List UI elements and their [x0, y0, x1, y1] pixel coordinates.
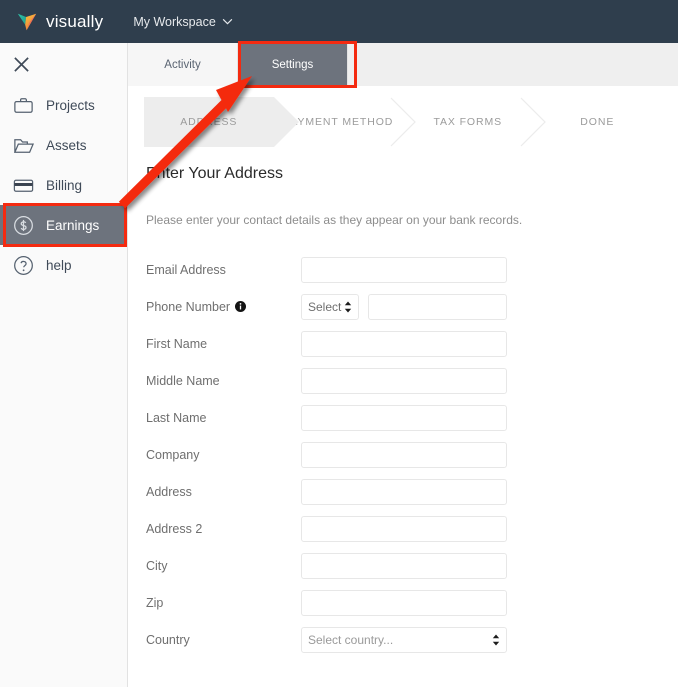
field-label: First Name — [146, 336, 208, 351]
tab-label: Settings — [271, 58, 314, 71]
close-icon — [14, 56, 29, 72]
tab-label: Activity — [164, 58, 201, 71]
question-circle-icon — [14, 255, 33, 275]
field-label: Address — [146, 484, 192, 499]
step-label: DONE — [580, 116, 615, 128]
briefcase-icon — [14, 97, 33, 113]
sidebar-item-label: Assets — [46, 137, 87, 153]
step-chevron-icon — [390, 97, 416, 147]
tab-bar-filler — [348, 43, 678, 86]
step-label: ADDRESS — [180, 116, 238, 128]
sidebar-item-help[interactable]: help — [0, 245, 127, 285]
phone-country-code-select[interactable]: Select — [301, 293, 359, 320]
sidebar-item-label: Billing — [46, 177, 83, 193]
sidebar-item-label: help — [46, 257, 72, 273]
field-label: Address 2 — [146, 521, 203, 536]
checkout-stepper: ADDRESS PAYMENT METHOD TAX FORMS DONE — [144, 97, 662, 147]
sidebar-item-assets[interactable]: Assets — [0, 125, 127, 165]
field-label: Last Name — [146, 410, 207, 425]
sidebar: Projects Assets Billing Earnings help — [0, 43, 128, 687]
credit-card-icon — [13, 179, 34, 192]
field-label: Email Address — [146, 262, 226, 277]
field-row-country: Country Select country... — [146, 621, 678, 658]
city-input[interactable] — [301, 552, 507, 579]
step-tax-forms[interactable]: TAX FORMS — [403, 97, 546, 147]
workspace-label: My Workspace — [133, 14, 216, 29]
sidebar-item-earnings[interactable]: Earnings — [0, 205, 127, 245]
field-row-email-address: Email Address — [146, 251, 678, 288]
info-icon[interactable] — [235, 301, 247, 312]
workspace-switcher[interactable]: My Workspace — [133, 14, 233, 29]
field-row-zip: Zip — [146, 584, 678, 621]
sidebar-item-billing[interactable]: Billing — [0, 165, 127, 205]
field-label-group: Phone Number — [146, 300, 301, 314]
field-row-address-2: Address 2 — [146, 510, 678, 547]
zip-input[interactable] — [301, 589, 507, 616]
phone-country-code-value: Select — [308, 299, 342, 314]
brand-name: visually — [46, 11, 104, 31]
tab-settings[interactable]: Settings — [238, 43, 348, 86]
top-navbar: visually My Workspace — [0, 0, 678, 43]
country-select[interactable]: Select country... — [301, 626, 507, 653]
form-subtitle: Please enter your contact details as the… — [146, 213, 523, 227]
phone-number-input[interactable] — [368, 293, 507, 320]
country-select-value: Select country... — [308, 632, 394, 647]
select-stepper-arrows-icon — [492, 634, 500, 645]
first-name-input[interactable] — [301, 330, 507, 357]
step-chevron-icon — [520, 97, 546, 147]
sidebar-item-label: Projects — [46, 97, 95, 113]
sidebar-item-projects[interactable]: Projects — [0, 85, 127, 125]
visually-v-logo-icon — [17, 13, 37, 30]
sidebar-close-button[interactable] — [0, 43, 127, 85]
middle-name-input[interactable] — [301, 367, 507, 394]
address-2-input[interactable] — [301, 515, 507, 542]
field-label: City — [146, 558, 168, 573]
step-done[interactable]: DONE — [532, 97, 662, 147]
step-label: TAX FORMS — [433, 116, 503, 128]
step-address[interactable]: ADDRESS — [144, 97, 298, 147]
field-label: Country — [146, 632, 190, 647]
tab-bar: Activity Settings — [128, 43, 678, 86]
address-input[interactable] — [301, 478, 507, 505]
field-row-phone-number: Phone Number Select — [146, 288, 678, 325]
field-row-middle-name: Middle Name — [146, 362, 678, 399]
field-row-last-name: Last Name — [146, 399, 678, 436]
email-address-input[interactable] — [301, 256, 507, 283]
field-row-company: Company — [146, 436, 678, 473]
folder-icon — [13, 138, 35, 153]
field-label: Phone Number — [146, 299, 231, 314]
field-row-first-name: First Name — [146, 325, 678, 362]
address-form: Email Address Phone Number Select First … — [128, 251, 678, 658]
field-label: Company — [146, 447, 200, 462]
select-stepper-arrows-icon — [344, 301, 352, 312]
chevron-down-icon — [222, 18, 233, 25]
field-label: Zip — [146, 595, 164, 610]
dollar-circle-icon — [14, 215, 33, 235]
main-content: ADDRESS PAYMENT METHOD TAX FORMS DONE En… — [128, 86, 678, 687]
field-label: Middle Name — [146, 373, 220, 388]
step-label: PAYMENT METHOD — [283, 116, 394, 128]
company-input[interactable] — [301, 441, 507, 468]
field-row-address: Address — [146, 473, 678, 510]
brand-logo-group[interactable]: visually — [16, 11, 103, 33]
field-row-city: City — [146, 547, 678, 584]
last-name-input[interactable] — [301, 404, 507, 431]
tab-activity[interactable]: Activity — [128, 43, 238, 86]
sidebar-item-label: Earnings — [46, 217, 100, 233]
app-root: visually My Workspace Projects Assets Bi… — [0, 0, 678, 687]
page-title: Enter Your Address — [146, 165, 283, 182]
